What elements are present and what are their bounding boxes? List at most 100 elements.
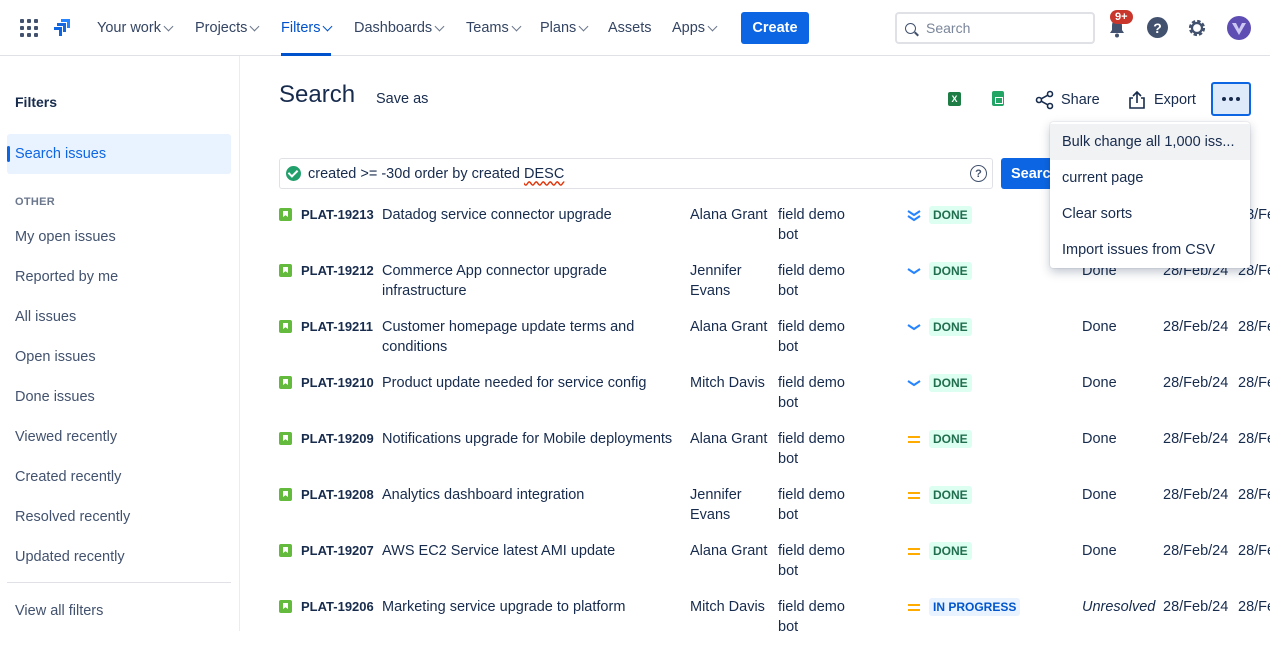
priority-low-icon <box>907 268 921 275</box>
issue-key-link[interactable]: PLAT-19210 <box>301 375 374 390</box>
issue-key-link[interactable]: PLAT-19207 <box>301 543 374 558</box>
issue-summary-link[interactable]: Analytics dashboard integration <box>382 485 682 505</box>
sidebar-item-view-all-filters[interactable]: View all filters <box>15 603 103 619</box>
export-button[interactable]: Export <box>1128 90 1196 110</box>
menu-item-current-page[interactable]: current page <box>1050 160 1250 196</box>
google-sheets-icon[interactable] <box>992 91 1004 106</box>
search-placeholder: Search <box>926 20 971 36</box>
issue-assignee: Jennifer Evans <box>690 487 742 523</box>
chevron-down-icon <box>323 21 333 31</box>
status-badge: DONE <box>929 318 972 336</box>
issue-assignee: Alana Grant <box>690 207 768 223</box>
create-button[interactable]: Create <box>741 12 809 44</box>
sidebar-item-open-issues[interactable]: Open issues <box>15 349 96 365</box>
avatar-glyph-icon <box>1232 23 1246 35</box>
sidebar-item-viewed-recently[interactable]: Viewed recently <box>15 429 117 445</box>
sidebar-item-done-issues[interactable]: Done issues <box>15 389 95 405</box>
chevron-down-icon <box>249 21 260 31</box>
dot <box>1236 97 1240 101</box>
settings-gear-icon[interactable] <box>1186 17 1208 39</box>
table-row[interactable]: PLAT-19209 Notifications upgrade for Mobi… <box>279 424 1270 480</box>
issue-key-link[interactable]: PLAT-19209 <box>301 431 374 446</box>
app-switcher-icon[interactable] <box>20 19 38 37</box>
share-button[interactable]: Share <box>1035 90 1100 110</box>
jql-text-main: created >= -30d order by created <box>308 165 525 182</box>
issue-summary-link[interactable]: AWS EC2 Service latest AMI update <box>382 541 682 561</box>
sidebar-item-all-issues[interactable]: All issues <box>15 309 76 325</box>
issue-key-link[interactable]: PLAT-19212 <box>301 263 374 278</box>
sidebar-item-created-recently[interactable]: Created recently <box>15 469 121 485</box>
issue-key-link[interactable]: PLAT-19213 <box>301 207 374 222</box>
issue-assignee: Alana Grant <box>690 431 768 447</box>
issue-key-link[interactable]: PLAT-19208 <box>301 487 374 502</box>
issue-reporter: field demo bot <box>778 431 845 467</box>
story-icon <box>279 432 292 445</box>
filters-sidebar: Filters Search issues OTHER My open issu… <box>0 56 240 631</box>
issue-summary-link[interactable]: Product update needed for service config <box>382 373 682 393</box>
sidebar-item-resolved-recently[interactable]: Resolved recently <box>15 509 130 525</box>
table-row[interactable]: PLAT-19207 AWS EC2 Service latest AMI upd… <box>279 536 1270 592</box>
issue-summary-link[interactable]: Datadog service connector upgrade <box>382 205 682 225</box>
sidebar-item-my-open-issues[interactable]: My open issues <box>15 229 116 245</box>
status-badge: DONE <box>929 542 972 560</box>
issue-assignee: Mitch Davis <box>690 599 765 615</box>
menu-item-clear-sorts[interactable]: Clear sorts <box>1050 196 1250 232</box>
status-badge: DONE <box>929 262 972 280</box>
issue-reporter: field demo bot <box>778 543 845 579</box>
user-avatar[interactable] <box>1227 16 1251 40</box>
table-row[interactable]: PLAT-19211 Customer homepage update terms… <box>279 312 1270 368</box>
nav-filters[interactable]: Filters <box>281 0 333 56</box>
table-row[interactable]: PLAT-19208 Analytics dashboard integratio… <box>279 480 1270 536</box>
nav-label: Assets <box>608 20 652 36</box>
global-search-input[interactable]: Search <box>895 12 1095 44</box>
sidebar-item-updated-recently[interactable]: Updated recently <box>15 549 125 565</box>
issue-key-link[interactable]: PLAT-19206 <box>301 599 374 614</box>
page-title: Search <box>279 81 356 108</box>
status-badge: DONE <box>929 486 972 504</box>
save-as-button[interactable]: Save as <box>376 91 428 107</box>
issue-resolution: Done <box>1082 543 1117 559</box>
table-row[interactable]: PLAT-19206 Marketing service upgrade to p… <box>279 592 1270 648</box>
nav-teams[interactable]: Teams <box>466 0 522 56</box>
issue-updated-date: 28/Fe <box>1238 487 1270 503</box>
story-icon <box>279 264 292 277</box>
status-badge: IN PROGRESS <box>929 598 1021 616</box>
menu-item-bulk-change[interactable]: Bulk change all 1,000 iss... <box>1050 124 1250 160</box>
issue-reporter: field demo bot <box>778 263 845 299</box>
jql-help-icon[interactable]: ? <box>970 165 987 182</box>
issue-summary-link[interactable]: Notifications upgrade for Mobile deploym… <box>382 429 682 449</box>
issue-resolution: Done <box>1082 487 1117 503</box>
jira-logo-icon[interactable] <box>50 16 74 40</box>
issue-reporter: field demo bot <box>778 599 845 635</box>
issue-summary-link[interactable]: Marketing service upgrade to platform <box>382 597 682 617</box>
issue-updated-date: 28/Fe <box>1238 543 1270 559</box>
priority-medium-icon <box>908 436 920 443</box>
issue-summary-link[interactable]: Commerce App connector upgrade infrastru… <box>382 261 682 301</box>
status-badge: DONE <box>929 206 972 224</box>
more-actions-button[interactable] <box>1211 82 1251 116</box>
priority-lowest-icon <box>907 210 921 222</box>
excel-export-icon[interactable]: X <box>948 92 961 106</box>
sidebar-item-reported-by-me[interactable]: Reported by me <box>15 269 118 285</box>
notifications-badge: 9+ <box>1110 10 1133 24</box>
help-icon[interactable]: ? <box>1147 17 1168 38</box>
dot <box>1229 97 1233 101</box>
nav-dashboards[interactable]: Dashboards <box>354 0 445 56</box>
issue-resolution: Done <box>1082 375 1117 391</box>
chevron-down-icon <box>434 21 445 31</box>
sidebar-item-search-issues[interactable]: Search issues <box>7 134 231 174</box>
jql-query-input[interactable]: created >= -30d order by created DESC ? <box>279 158 993 189</box>
issue-key-link[interactable]: PLAT-19211 <box>301 319 373 334</box>
issue-created-date: 28/Feb/24 <box>1163 375 1229 391</box>
story-icon <box>279 488 292 501</box>
table-row[interactable]: PLAT-19210 Product update needed for serv… <box>279 368 1270 424</box>
nav-your-work[interactable]: Your work <box>97 0 174 56</box>
nav-projects[interactable]: Projects <box>195 0 260 56</box>
issue-summary-link[interactable]: Customer homepage update terms and condi… <box>382 317 682 357</box>
issue-updated-date: 28/Fe <box>1238 431 1270 447</box>
nav-plans[interactable]: Plans <box>540 0 589 56</box>
chevron-down-icon <box>578 21 589 31</box>
nav-apps[interactable]: Apps <box>672 0 718 56</box>
nav-assets[interactable]: Assets <box>608 0 652 56</box>
menu-item-import-csv[interactable]: Import issues from CSV <box>1050 232 1250 268</box>
